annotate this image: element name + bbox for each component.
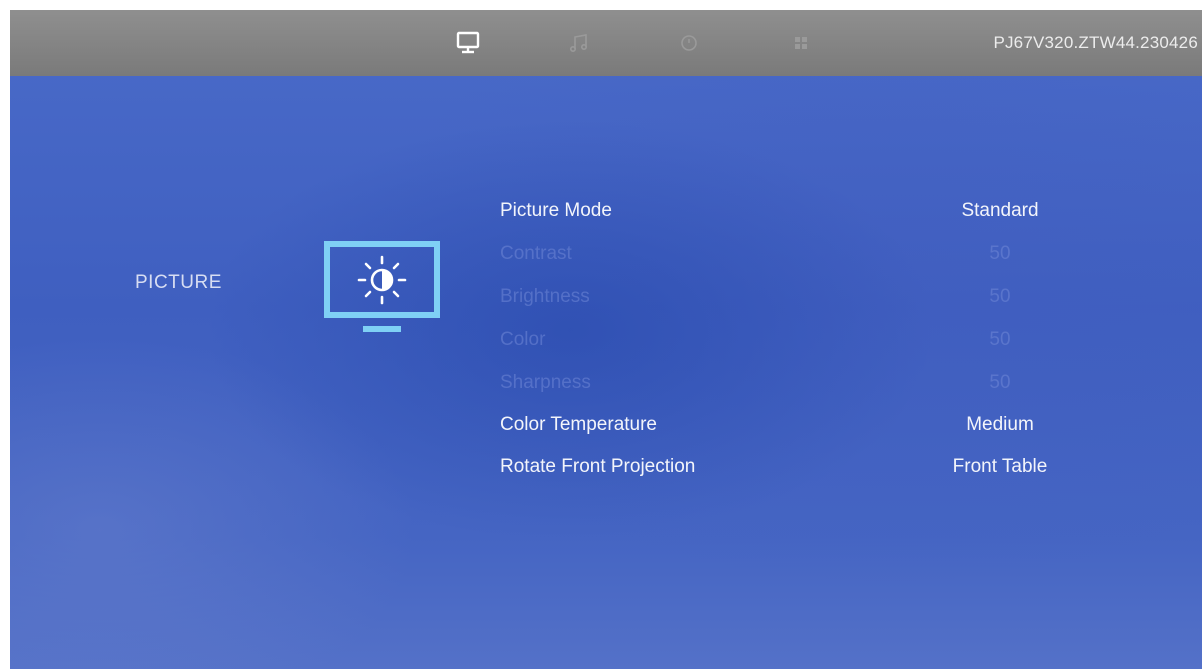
menu-item-value: Medium (966, 414, 1034, 435)
menu-item-label: Rotate Front Projection (500, 456, 696, 477)
top-menu-bar: PJ67V320.ZTW44.230426 (10, 10, 1202, 76)
music-note-icon (570, 34, 588, 52)
menu-item-contrast: Contrast 50 (500, 237, 1120, 271)
monitor-icon (456, 31, 480, 54)
menu-item-color: Color 50 (500, 323, 1120, 357)
menu-item-label: Picture Mode (500, 200, 612, 221)
menu-item-brightness: Brightness 50 (500, 280, 1120, 314)
menu-item-sharpness: Sharpness 50 (500, 366, 1120, 400)
menu-item-value: 50 (989, 243, 1011, 264)
picture-settings-icon (324, 241, 440, 332)
menu-item-value: 50 (989, 329, 1011, 350)
tab-picture[interactable] (455, 30, 481, 56)
menu-item-label: Contrast (500, 243, 572, 264)
menu-item-value: 50 (989, 372, 1011, 393)
menu-item-value: Front Table (952, 456, 1048, 477)
clock-icon (681, 35, 697, 51)
firmware-version: PJ67V320.ZTW44.230426 (993, 33, 1198, 52)
grid-icon (795, 37, 807, 49)
menu-item-label: Color (500, 329, 546, 350)
menu-item-label: Brightness (500, 286, 590, 307)
menu-item-label: Sharpness (500, 372, 591, 393)
menu-item-picture-mode[interactable]: Picture Mode Standard (500, 194, 1120, 228)
menu-item-value: 50 (989, 286, 1011, 307)
tab-time[interactable] (676, 30, 702, 56)
menu-item-rotate-front-projection[interactable]: Rotate Front Projection Front Table (500, 450, 1120, 484)
menu-item-color-temperature[interactable]: Color Temperature Medium (500, 408, 1120, 442)
tab-sound[interactable] (566, 30, 592, 56)
menu-item-value: Standard (961, 200, 1039, 221)
osd-screen: PJ67V320.ZTW44.230426 PICTURE Picture Mo… (10, 10, 1202, 669)
menu-item-label: Color Temperature (500, 414, 658, 435)
tab-setup[interactable] (788, 30, 814, 56)
section-title: PICTURE (135, 272, 222, 293)
